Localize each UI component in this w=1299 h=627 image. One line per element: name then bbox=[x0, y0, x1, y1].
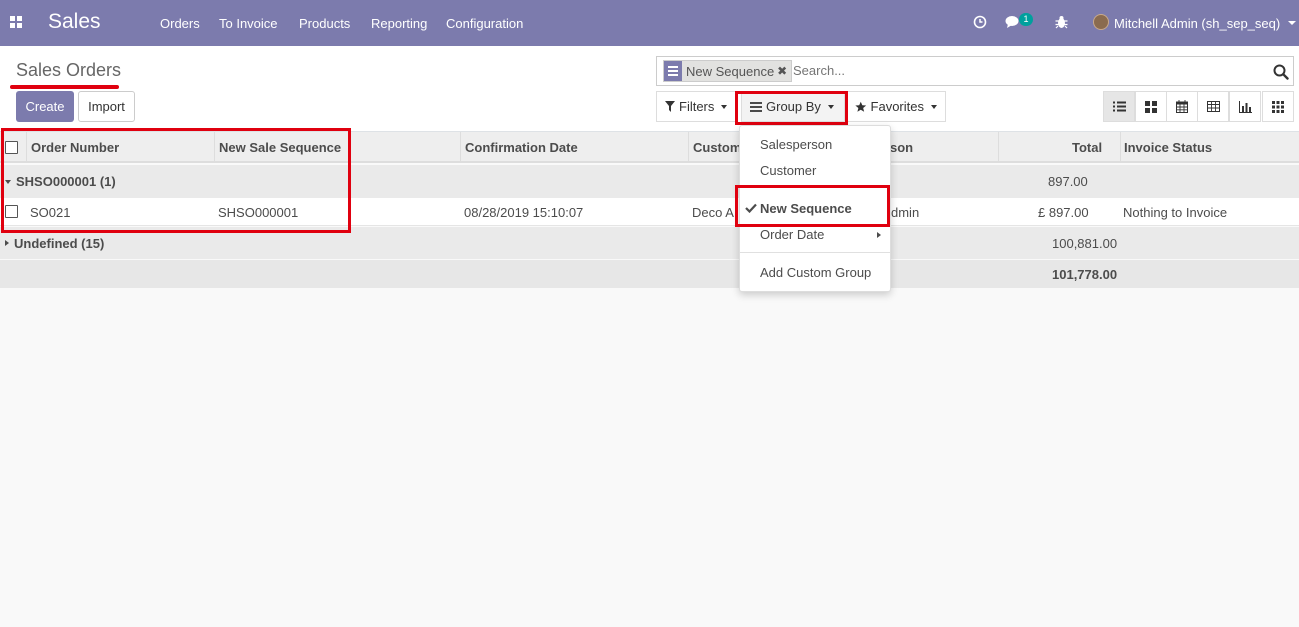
search-input[interactable] bbox=[793, 63, 1243, 78]
apps-grid-icon[interactable] bbox=[10, 16, 23, 29]
header-invoice-status[interactable]: Invoice Status bbox=[1124, 140, 1212, 155]
create-button[interactable]: Create bbox=[16, 91, 74, 122]
group-by-highlight-box bbox=[735, 91, 848, 125]
grand-total: 101,778.00 bbox=[1052, 267, 1118, 282]
order-total: £ 897.00 bbox=[1038, 205, 1089, 220]
table-icon bbox=[1206, 101, 1220, 112]
grand-total-row: 101,778.00 bbox=[0, 260, 1299, 288]
bar-chart-icon bbox=[1238, 100, 1252, 113]
user-menu[interactable]: Mitchell Admin (sh_sep_seq) bbox=[1114, 16, 1280, 31]
salesperson: dmin bbox=[891, 205, 920, 220]
header-customer[interactable]: Custom bbox=[693, 140, 741, 155]
filters-label: Filters bbox=[679, 99, 715, 114]
menu-reporting[interactable]: Reporting bbox=[371, 16, 427, 31]
menu-to-invoice[interactable]: To Invoice bbox=[219, 16, 278, 31]
pivot-view-button[interactable] bbox=[1197, 91, 1229, 122]
top-navbar: Sales Orders To Invoice Products Reporti… bbox=[0, 0, 1299, 46]
calendar-icon bbox=[1176, 100, 1188, 113]
header-total[interactable]: Total bbox=[1072, 140, 1102, 155]
group-by-customer[interactable]: Customer bbox=[760, 163, 816, 178]
column-separator bbox=[688, 132, 689, 163]
app-name[interactable]: Sales bbox=[48, 10, 101, 34]
search-bar: New Sequence ✖ bbox=[656, 56, 1294, 86]
chevron-down-icon bbox=[1288, 21, 1296, 25]
header-confirmation-date[interactable]: Confirmation Date bbox=[465, 140, 578, 155]
graph-view-button[interactable] bbox=[1229, 91, 1261, 122]
dashboard-view-button[interactable] bbox=[1262, 91, 1294, 122]
column-separator bbox=[460, 132, 461, 163]
favorites-button[interactable]: Favorites bbox=[846, 91, 946, 122]
new-sequence-highlight-box bbox=[735, 185, 890, 227]
caret-right-icon bbox=[877, 232, 881, 238]
add-custom-group[interactable]: Add Custom Group bbox=[760, 265, 871, 280]
group-by-facet-icon bbox=[664, 61, 682, 81]
menu-configuration[interactable]: Configuration bbox=[446, 16, 523, 31]
filter-icon bbox=[665, 101, 675, 112]
message-count-badge: 1 bbox=[1019, 13, 1033, 26]
import-button[interactable]: Import bbox=[78, 91, 135, 122]
group-by-order-date[interactable]: Order Date bbox=[760, 227, 824, 242]
favorites-label: Favorites bbox=[870, 99, 924, 114]
filters-button[interactable]: Filters bbox=[656, 91, 737, 122]
group-by-salesperson[interactable]: Salesperson bbox=[760, 137, 832, 152]
facet-label: New Sequence bbox=[686, 63, 775, 79]
invoice-status: Nothing to Invoice bbox=[1123, 205, 1228, 220]
caret-right-icon bbox=[5, 240, 9, 246]
search-facet[interactable]: New Sequence ✖ bbox=[663, 60, 793, 82]
group-total: 100,881.00 bbox=[1052, 236, 1118, 251]
kanban-view-button[interactable] bbox=[1135, 91, 1167, 122]
confirmation-date: 08/28/2019 15:10:07 bbox=[464, 205, 584, 220]
columns-highlight-box bbox=[1, 128, 351, 233]
kanban-icon bbox=[1145, 100, 1157, 113]
group-total: 897.00 bbox=[1048, 174, 1088, 189]
header-salesperson[interactable]: son bbox=[890, 140, 913, 155]
list-icon bbox=[1112, 101, 1126, 112]
list-view-button[interactable] bbox=[1103, 91, 1135, 122]
menu-orders[interactable]: Orders bbox=[160, 16, 200, 31]
divider bbox=[740, 252, 890, 253]
search-icon[interactable] bbox=[1273, 64, 1289, 80]
grid-icon bbox=[1272, 100, 1284, 113]
calendar-view-button[interactable] bbox=[1166, 91, 1198, 122]
facet-close-icon[interactable]: ✖ bbox=[777, 64, 791, 78]
caret-down-icon bbox=[931, 104, 937, 109]
customer: Deco A bbox=[692, 205, 734, 220]
column-separator bbox=[1120, 132, 1121, 163]
page-title: Sales Orders bbox=[16, 60, 122, 80]
star-icon bbox=[855, 101, 867, 112]
title-highlight-underline bbox=[10, 85, 119, 89]
clock-icon[interactable] bbox=[973, 15, 987, 29]
column-separator bbox=[998, 132, 999, 163]
menu-products[interactable]: Products bbox=[299, 16, 350, 31]
bug-icon[interactable] bbox=[1055, 15, 1068, 29]
avatar[interactable] bbox=[1093, 14, 1109, 30]
caret-down-icon bbox=[721, 104, 728, 109]
group-label: Undefined (15) bbox=[14, 236, 105, 251]
